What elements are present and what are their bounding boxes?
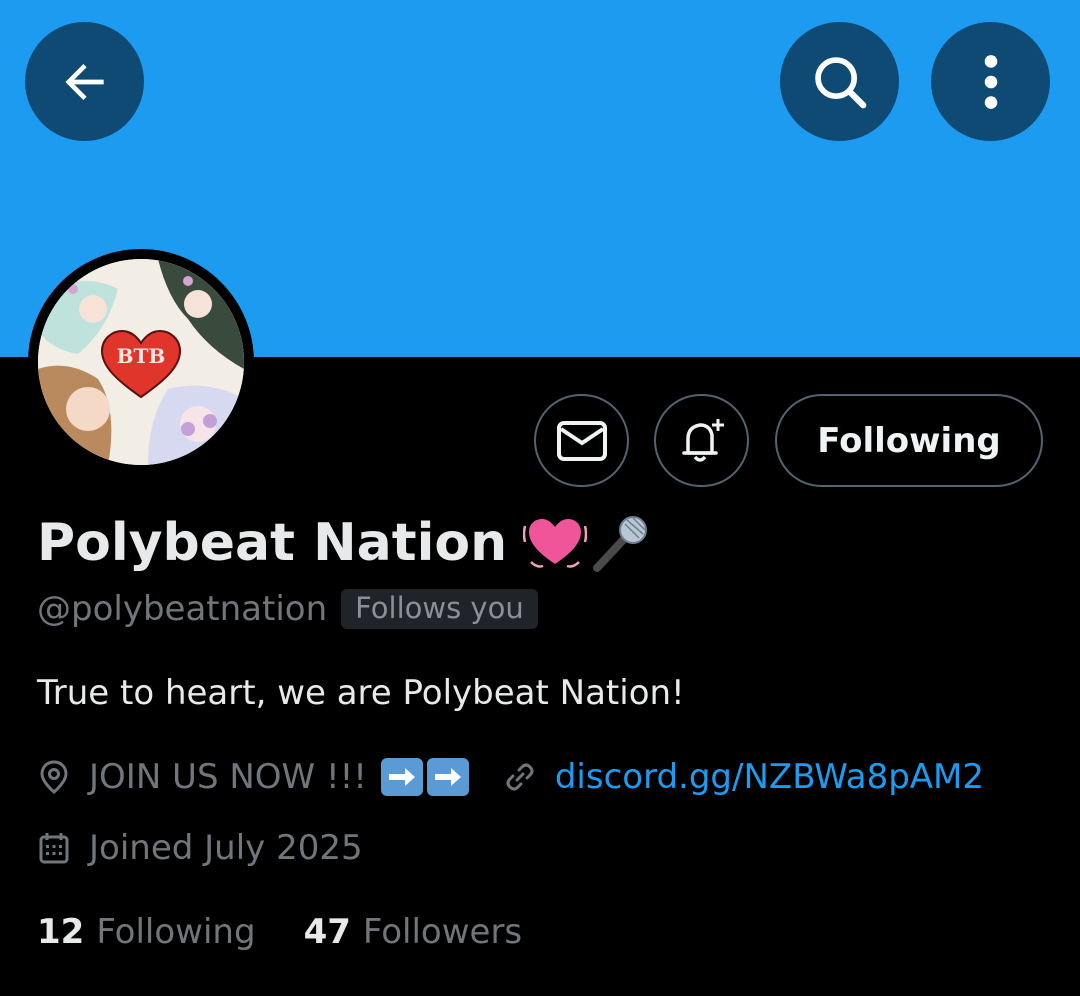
search-icon (814, 56, 866, 108)
beating-heart-icon (523, 519, 588, 568)
right-arrow-icon (426, 758, 469, 796)
name-emoji (523, 512, 651, 574)
bell-plus-icon (681, 418, 724, 462)
following-label: Following (96, 912, 256, 952)
bio: True to heart, we are Polybeat Nation! (37, 673, 685, 713)
avatar[interactable]: BTB (28, 249, 254, 475)
more-vertical-icon (984, 54, 997, 109)
followers-count: 47 (303, 912, 351, 952)
following-button[interactable]: Following (775, 394, 1043, 487)
location-emoji (377, 758, 469, 796)
followers-stat[interactable]: 47 Followers (304, 912, 523, 952)
handle: @polybeatnation (37, 589, 328, 629)
microphone-icon (593, 516, 648, 572)
right-arrow-icon (380, 758, 423, 796)
profile-meta-row: JOIN US NOW !!! discord.gg/NZBWa8pAM2 (37, 757, 984, 797)
notifications-button[interactable] (654, 394, 749, 487)
followers-label: Followers (362, 912, 523, 952)
display-name-row: Polybeat Nation (37, 512, 651, 574)
envelope-icon (556, 420, 607, 461)
more-options-button[interactable] (931, 22, 1050, 141)
avatar-image: BTB (38, 259, 244, 465)
joined-row: Joined July 2025 (37, 828, 363, 868)
arrow-left-icon (64, 63, 104, 100)
calendar-icon (37, 831, 71, 865)
following-count: 12 (37, 912, 85, 952)
search-button[interactable] (780, 22, 899, 141)
website-link[interactable]: discord.gg/NZBWa8pAM2 (555, 757, 984, 797)
location-text: JOIN US NOW !!! (89, 757, 367, 797)
follow-stats: 12 Following 47 Followers (37, 912, 522, 952)
location-icon (37, 760, 71, 794)
avatar-text: BTB (117, 344, 166, 368)
following-stat[interactable]: 12 Following (37, 912, 256, 952)
display-name: Polybeat Nation (37, 513, 508, 573)
message-button[interactable] (534, 394, 629, 487)
joined-date: Joined July 2025 (89, 828, 363, 868)
link-icon (503, 760, 537, 794)
back-button[interactable] (25, 22, 144, 141)
follows-you-badge: Follows you (341, 589, 538, 629)
handle-row: @polybeatnation Follows you (37, 589, 538, 629)
